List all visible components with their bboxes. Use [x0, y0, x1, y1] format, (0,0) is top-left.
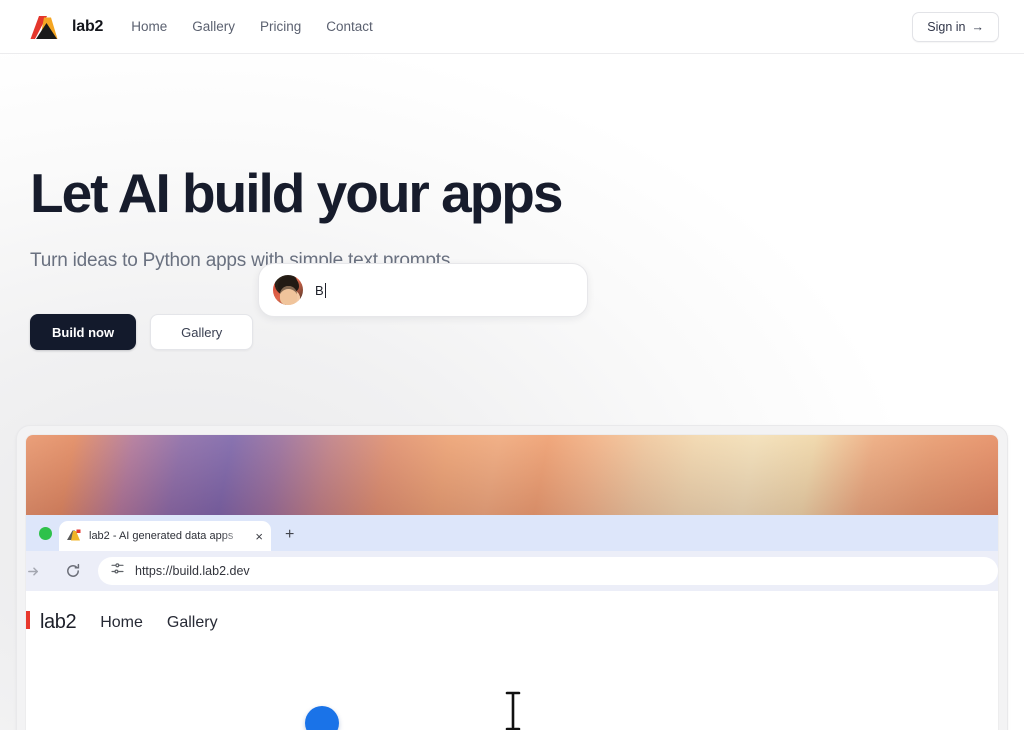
browser-tab-active[interactable]: lab2 - AI generated data apps × — [59, 521, 271, 551]
product-screenshot-frame: lab2 - AI generated data apps × + https:… — [16, 425, 1008, 730]
nav-item-home[interactable]: Home — [131, 19, 167, 34]
browser-toolbar: https://build.lab2.dev — [26, 551, 998, 591]
text-caret — [324, 282, 327, 298]
gallery-button[interactable]: Gallery — [150, 314, 254, 351]
prompt-input[interactable]: B — [315, 282, 327, 298]
brand-logo-group[interactable]: lab2 — [30, 12, 103, 42]
desktop-wallpaper — [26, 435, 998, 515]
window-control-green-dot[interactable] — [39, 527, 52, 540]
top-navigation-bar: lab2 Home Gallery Pricing Contact Sign i… — [0, 0, 1024, 54]
browser-tab-title: lab2 - AI generated data apps — [89, 530, 234, 542]
reload-icon[interactable] — [60, 558, 86, 584]
address-bar-url: https://build.lab2.dev — [135, 564, 250, 578]
sign-in-button[interactable]: Sign in → — [912, 12, 999, 42]
page-root: lab2 Home Gallery Pricing Contact Sign i… — [0, 0, 1024, 730]
nav-item-pricing[interactable]: Pricing — [260, 19, 301, 34]
build-now-button[interactable]: Build now — [30, 314, 137, 351]
arrow-forward-icon[interactable] — [26, 558, 46, 584]
hero-section: Let AI build your apps Turn ideas to Pyt… — [30, 162, 730, 351]
user-avatar-icon — [273, 275, 303, 305]
prompt-input-value: B — [315, 282, 324, 298]
sign-in-label: Sign in — [927, 20, 966, 34]
lab2-logo-sliver-icon — [26, 611, 30, 629]
page-title: Let AI build your apps — [30, 162, 564, 224]
tune-sliders-icon[interactable] — [110, 561, 125, 581]
browser-window-mockup: lab2 - AI generated data apps × + https:… — [25, 434, 999, 730]
inner-nav-item-gallery[interactable]: Gallery — [167, 614, 218, 632]
hero-cta-row: Build now Gallery — [30, 314, 730, 351]
lab2-favicon-icon — [67, 529, 82, 543]
address-bar[interactable]: https://build.lab2.dev — [98, 557, 998, 585]
inner-page-nav: lab2 Home Gallery — [26, 591, 998, 634]
close-icon[interactable]: × — [255, 530, 263, 543]
primary-nav-links: Home Gallery Pricing Contact — [131, 19, 373, 34]
nav-item-gallery[interactable]: Gallery — [192, 19, 235, 34]
prompt-composer[interactable]: B — [258, 263, 588, 317]
inner-brand-name: lab2 — [40, 611, 77, 633]
triangle-mountain-logo-icon — [30, 12, 62, 42]
browser-tab-strip: lab2 - AI generated data apps × + — [26, 515, 998, 551]
rendered-page-content: lab2 Home Gallery — [26, 591, 998, 730]
inner-nav-item-home[interactable]: Home — [100, 614, 143, 632]
brand-name: lab2 — [72, 17, 104, 35]
arrow-right-icon: → — [971, 20, 985, 34]
nav-item-contact[interactable]: Contact — [326, 19, 373, 34]
plus-icon[interactable]: + — [285, 527, 294, 543]
